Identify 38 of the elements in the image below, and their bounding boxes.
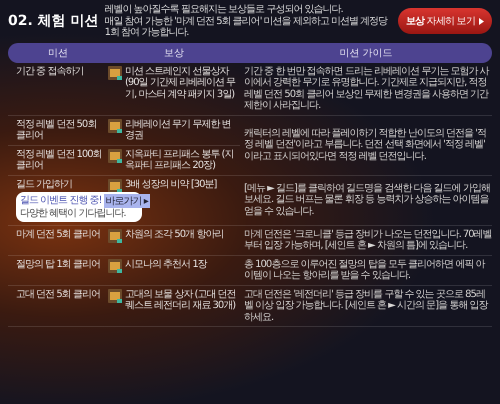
mission-name: 고대 던전 5회 클리어	[16, 288, 101, 300]
item-icon	[108, 228, 122, 242]
item-icon	[108, 118, 122, 132]
item-icon	[108, 66, 122, 80]
section-title: 02. 체험 미션	[8, 12, 99, 30]
shortcut-button[interactable]: 바로가기 ▸	[104, 194, 150, 208]
reward-text: 미션 스트레인지 선물상자 (90일 기간제 리베레이션 무기, 마스터 계약 패키지 3일)	[125, 66, 236, 100]
mission-name: 적정 레벨 던전 100회 클리어	[16, 148, 103, 172]
bubble-subtext: 다양한 혜택이 기다립니다.	[20, 208, 127, 220]
description-text: 매일 참여 가능한 '마계 던전 5회 클리어' 미션을 제외하고 미션별 계정당 1회 참여 가능합니다.	[104, 16, 389, 38]
reward-text: 지옥파티 프리패스 봉투 (지옥파티 프리패스 20장)	[125, 148, 234, 172]
guide-text: [메뉴 ► 길드]를 클릭하여 길드명을 검색한 다음 길드에 가입해보세요. 길드 버프는 물론 휘장 등 능력치가 상승하는 아이템을 얻을 수 있습니다.	[243, 182, 491, 219]
reward-text: 리베레이션 무기 무제한 변경권	[125, 118, 232, 142]
mission-name: 적정 레벨 던전 50회 클리어	[16, 118, 98, 142]
guide-text: 고대 던전은 '레전더리' 등급 장비를 구할 수 있는 곳으로 85레벨 이상 입장 가능합니다. [세인트 혼 ► 시간의 문]을 통해 입장하세요.	[243, 288, 489, 324]
item-icon	[108, 178, 122, 192]
reward-text: 차원의 조각 50개 항아리	[125, 228, 224, 240]
mission-name: 기간 중 접속하기	[16, 66, 84, 77]
reward-text: 시모나의 추천서 1장	[125, 258, 207, 270]
mission-name: 길드 가입하기	[16, 178, 74, 190]
column-header: 보상	[163, 46, 185, 60]
guide-text: 캐릭터의 레벨에 따라 플레이하기 적합한 난이도의 던전을 '적정 레벨 던전'이라고 부릅니다. 던전 선택 화면에서 '적정 레벨' 이라고 표시되어있다면 적정 레벨 던전입니다.	[243, 126, 487, 164]
caret-icon	[479, 18, 484, 25]
mission-name: 마계 던전 5회 클리어	[16, 228, 101, 240]
description-text: 레벨이 높아질수록 필요해지는 보상들로 구성되어 있습니다.	[104, 4, 344, 16]
column-header: 미션	[47, 46, 69, 60]
reward-details-button[interactable]: 보상 자세히 보기	[398, 8, 492, 34]
column-header: 미션 가이드	[338, 46, 394, 60]
item-icon	[108, 288, 122, 302]
guide-text: 마계 던전은 '크로니클' 등급 장비가 나오는 던전입니다. 70레벨부터 입장 가능하며, [세인트 혼 ► 차원의 틈]에 있습니다.	[243, 228, 492, 253]
guide-text: 기간 중 한 번만 접속하면 드리는 리베레이션 무기는 모험가 사이에서 강력한 무기로 유명합니다. 기간제로 지급되지만, 적정 레벨 던전 50회 클리어 보상인 무제한 변경권을 사용하면 기간 제한이 사라집니다.	[243, 64, 490, 113]
mission-name: 절망의 탑 1회 클리어	[16, 258, 101, 270]
reward-text: 3배 성장의 비약 [30분]	[125, 178, 216, 190]
item-icon	[108, 258, 122, 272]
guide-text: 총 100층으로 이루어진 절망의 탑을 모두 클리어하면 에픽 아이템이 나오는 항아리를 받을 수 있습니다.	[243, 258, 486, 283]
reward-text: 고대의 보물 상자 (고대 던전 퀘스트 레전더리 재료 30개)	[125, 288, 236, 312]
bubble-text: 길드 이벤트 진행 중!	[20, 195, 102, 207]
item-icon	[108, 148, 122, 162]
